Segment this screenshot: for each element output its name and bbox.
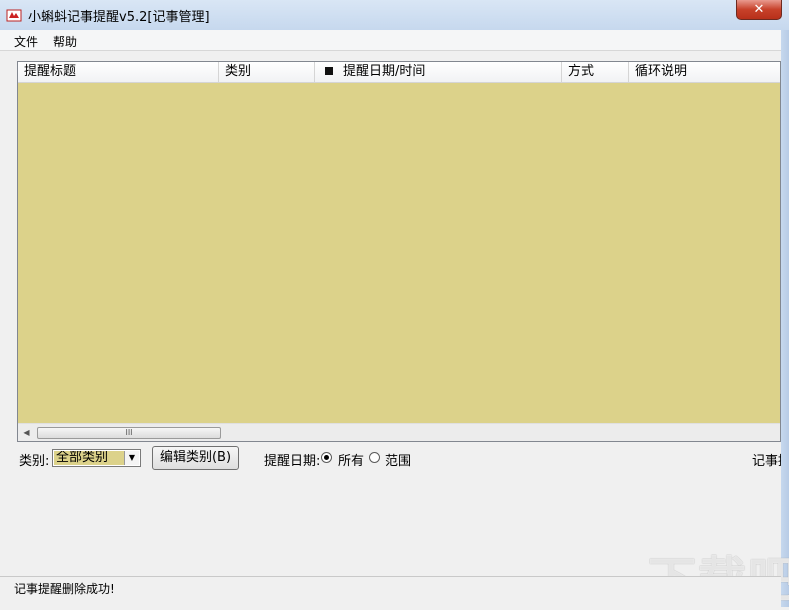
chevron-down-icon[interactable]: ▼ <box>124 451 139 465</box>
column-header-method[interactable]: 方式 <box>562 62 629 82</box>
column-header-datetime[interactable]: 提醒日期/时间 <box>315 62 562 82</box>
list-body[interactable] <box>18 83 780 423</box>
scroll-left-icon[interactable]: ◀ <box>18 424 35 441</box>
list-header: 提醒标题 类别 提醒日期/时间 方式 循环说明 <box>18 62 780 83</box>
column-header-recurrence-label: 循环说明 <box>635 64 688 79</box>
column-header-category-label: 类别 <box>225 64 252 79</box>
date-range-radio[interactable] <box>369 452 380 463</box>
column-header-recurrence[interactable]: 循环说明 <box>629 62 780 82</box>
reminder-list[interactable]: 提醒标题 类别 提醒日期/时间 方式 循环说明 ◀ III <box>17 61 781 442</box>
clipped-right-label: 记事提 <box>752 454 781 469</box>
date-all-label[interactable]: 所有 <box>338 450 364 469</box>
horizontal-scrollbar[interactable]: ◀ III <box>18 423 780 441</box>
menu-file[interactable]: 文件 <box>14 33 38 50</box>
scroll-thumb[interactable]: III <box>37 427 221 439</box>
close-button[interactable]: ✕ <box>736 0 782 20</box>
menu-bar: 文件 帮助 <box>0 30 781 51</box>
status-text: 记事提醒删除成功! <box>14 582 115 596</box>
reminder-date-label: 提醒日期: <box>264 454 321 469</box>
app-icon <box>6 9 22 22</box>
column-header-category[interactable]: 类别 <box>219 62 315 82</box>
column-header-datetime-label: 提醒日期/时间 <box>343 64 426 79</box>
sort-indicator-icon <box>325 67 333 75</box>
column-header-title-label: 提醒标题 <box>24 64 77 79</box>
title-bar: 小蝌蚪记事提醒v5.2[记事管理] ✕ <box>0 0 789 31</box>
date-all-radio[interactable] <box>321 452 332 463</box>
category-label: 类别: <box>19 454 50 469</box>
date-range-label[interactable]: 范围 <box>385 450 411 469</box>
category-select[interactable]: 全部类别 ▼ <box>52 449 141 467</box>
edit-category-button[interactable]: 编辑类别(B) <box>152 446 239 470</box>
window-frame-right <box>781 30 789 607</box>
category-select-value: 全部类别 <box>54 451 124 465</box>
column-header-method-label: 方式 <box>568 64 595 79</box>
status-bar: 记事提醒删除成功! <box>0 576 781 608</box>
menu-help[interactable]: 帮助 <box>53 33 77 50</box>
window-title: 小蝌蚪记事提醒v5.2[记事管理] <box>28 10 210 25</box>
column-header-title[interactable]: 提醒标题 <box>18 62 219 82</box>
